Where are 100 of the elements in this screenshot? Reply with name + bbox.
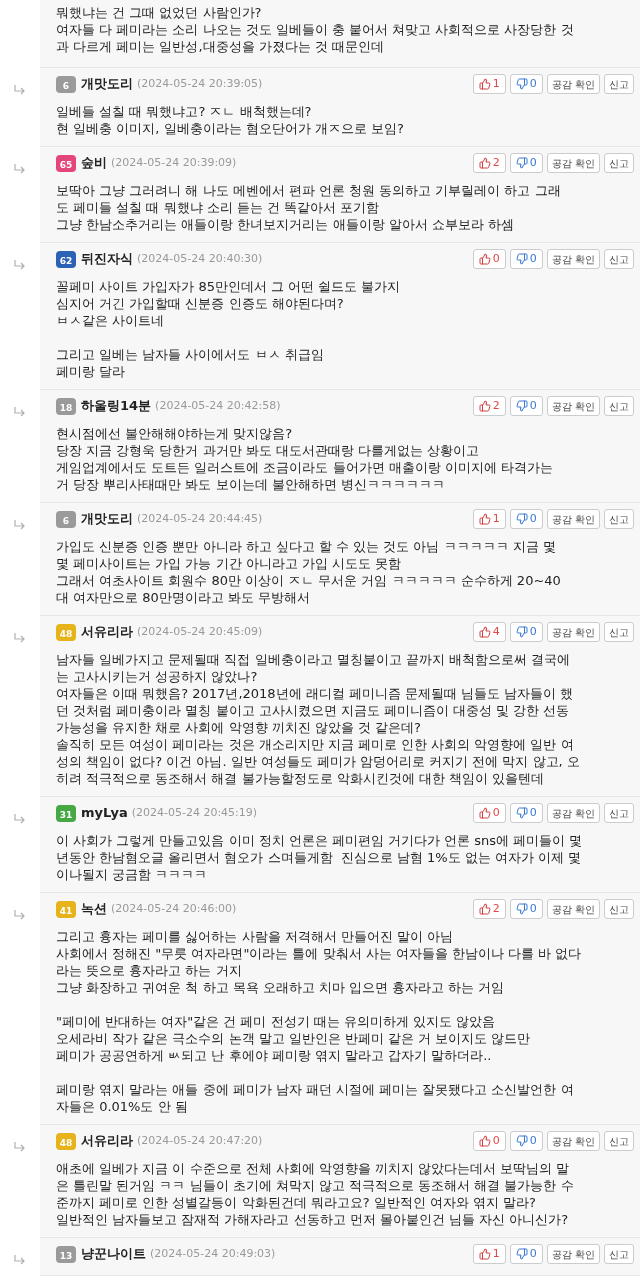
username[interactable]: myLya (81, 803, 128, 823)
like-button[interactable]: 1 (472, 74, 506, 94)
comment-text-line: 이 사회가 그렇게 만들고있음 이미 정치 언론은 페미편임 거기다가 언론 sns에 페미들이 몇 (56, 832, 584, 849)
username[interactable]: 개맛도리 (81, 509, 133, 529)
like-button[interactable]: 0 (472, 803, 506, 823)
reaction-check-button[interactable]: 공감 확인 (546, 396, 600, 416)
like-button[interactable]: 1 (472, 509, 506, 529)
like-button[interactable]: 0 (472, 249, 506, 269)
comment-text-line: 자들은 0.01%도 안 됨 (56, 1098, 189, 1115)
thumbs-down-icon (515, 400, 528, 412)
comment-text-line: 그리고 흉자는 페미를 싫어하는 사람을 저격해서 만들어진 말이 아님 (56, 928, 455, 945)
like-button[interactable]: 0 (472, 1131, 506, 1151)
level-badge: 31 (56, 804, 76, 822)
thumbs-down-icon (515, 253, 528, 265)
thumbs-up-icon (478, 1135, 491, 1147)
reaction-check-button[interactable]: 공감 확인 (546, 74, 600, 94)
username[interactable]: 개맛도리 (81, 74, 133, 94)
dislike-button[interactable]: 0 (509, 1244, 543, 1264)
comment-text-line: 현시점에선 불안해해야하는게 맞지않음? (56, 425, 294, 442)
thumbs-up-icon (478, 1248, 491, 1260)
thumbs-up-icon (478, 157, 491, 169)
reaction-check-button[interactable]: 공감 확인 (546, 249, 600, 269)
reaction-check-button[interactable]: 공감 확인 (546, 622, 600, 642)
comment-text-line: 라는 뜻으로 흉자라고 하는 거지 (56, 962, 243, 979)
comment-text-line: 여자들은 이때 뭐했음? 2017년,2018년에 래디컬 페미니즘 문제될때 님들도 남자들이 했 (56, 685, 575, 702)
like-button[interactable]: 1 (472, 1244, 506, 1264)
comment-text-line: 꼴페미 사이트 가입자가 85만인데서 그 어떤 쉴드도 불가지 (56, 278, 402, 295)
like-button[interactable]: 2 (472, 153, 506, 173)
level-badge: 48 (56, 623, 76, 641)
reply-arrow-icon (14, 85, 26, 95)
reaction-check-button[interactable]: 공감 확인 (546, 509, 600, 529)
comment-date: (2024-05-24 20:44:45) (137, 510, 263, 527)
comment-text-line: 몇 페미사이트는 가입 가능 기간 아니라고 가입 시도도 못함 (56, 555, 403, 572)
comment-text-line: 대 여자만으로 80만명이라고 봐도 무방해서 (56, 589, 312, 606)
username[interactable]: 냥꾼나이트 (81, 1244, 146, 1264)
reply-arrow-icon (14, 520, 26, 530)
like-button[interactable]: 4 (472, 622, 506, 642)
thumbs-down-icon (515, 807, 528, 819)
report-button[interactable]: 신고 (604, 1131, 634, 1151)
level-badge: 18 (56, 397, 76, 415)
comment-text-line: 페미랑 달라 (56, 363, 127, 380)
dislike-button[interactable]: 0 (509, 74, 543, 94)
comment-text-line: 여자들 다 페미라는 소리 나오는 것도 일베들이 충 붙어서 쳐맞고 사회적으로 사장당한 것 (56, 21, 575, 38)
report-button[interactable]: 신고 (604, 622, 634, 642)
thumbs-down-icon (515, 157, 528, 169)
dislike-button[interactable]: 0 (509, 622, 543, 642)
level-badge: 62 (56, 250, 76, 268)
comment-text-line: 뭐했냐는 건 그때 없었던 사람인가? (56, 4, 263, 21)
reaction-check-button[interactable]: 공감 확인 (546, 153, 600, 173)
dislike-button[interactable]: 0 (509, 396, 543, 416)
username[interactable]: 뒤진자식 (81, 249, 133, 269)
dislike-button[interactable]: 0 (509, 249, 543, 269)
thumbs-up-icon (478, 400, 491, 412)
comment-text-line: 은 틀린말 된거임 ㅋㅋ 님들이 초기에 쳐막지 않고 적극적으로 동조해서 해결 불가능한 수 (56, 1177, 575, 1194)
comment-text-line: 년동안 한남혐오글 올리면서 혐오가 스며들게함 진심으로 남혐 1%도 없는 여자가 이제 몇 (56, 849, 583, 866)
report-button[interactable]: 신고 (604, 153, 634, 173)
report-button[interactable]: 신고 (604, 249, 634, 269)
comment-date: (2024-05-24 20:49:03) (150, 1245, 276, 1262)
username[interactable]: 하울링14분 (81, 396, 152, 416)
like-button[interactable]: 2 (472, 396, 506, 416)
comment-date: (2024-05-24 20:39:05) (137, 75, 263, 92)
username[interactable]: 서유리라 (81, 1131, 133, 1151)
comment-text-line: 오세라비 작가 같은 극소수의 논객 말고 일반인은 반페미 같은 거 보이지도 않드만 (56, 1030, 532, 1047)
comment-text-line: 심지어 거긴 가입할때 신분증 인증도 해야된다며? (56, 295, 345, 312)
comment-text-line: 준까지 페미로 인한 성별갈등이 악화된건데 뭐라고요? 일반적인 여자와 엮지 말라? (56, 1194, 537, 1211)
username[interactable]: 숲비 (81, 153, 107, 173)
reaction-check-button[interactable]: 공감 확인 (546, 1131, 600, 1151)
comment-text-line: 거 당장 뿌리사태때만 봐도 보이는데 불안해하면 병신ㅋㅋㅋㅋㅋㅋ (56, 476, 446, 493)
report-button[interactable]: 신고 (604, 803, 634, 823)
reaction-check-button[interactable]: 공감 확인 (546, 803, 600, 823)
comment-text-line: "페미에 반대하는 여자"같은 건 페미 전성기 때는 유의미하게 있지도 않았음 (56, 1013, 497, 1030)
thumbs-down-icon (515, 513, 528, 525)
dislike-button[interactable]: 0 (509, 1131, 543, 1151)
dislike-button[interactable]: 0 (509, 899, 543, 919)
dislike-button[interactable]: 0 (509, 153, 543, 173)
report-button[interactable]: 신고 (604, 396, 634, 416)
dislike-button[interactable]: 0 (509, 803, 543, 823)
thumbs-up-icon (478, 807, 491, 819)
dislike-button[interactable]: 0 (509, 509, 543, 529)
comment-text-line: 페미랑 엮지 말라는 애들 중에 페미가 남자 패던 시절에 페미는 잘못됐다고 소신발언한 여 (56, 1081, 575, 1098)
username[interactable]: 서유리라 (81, 622, 133, 642)
thumbs-down-icon (515, 1248, 528, 1260)
report-button[interactable]: 신고 (604, 509, 634, 529)
report-button[interactable]: 신고 (604, 74, 634, 94)
level-badge: 48 (56, 1132, 76, 1150)
username[interactable]: 녹션 (81, 899, 107, 919)
report-button[interactable]: 신고 (604, 1244, 634, 1264)
comment-text-line: 일베들 설칠 때 뭐했냐고? ㅈㄴ 배척했는데? (56, 103, 313, 120)
comment-date: (2024-05-24 20:45:09) (137, 623, 263, 640)
reaction-check-button[interactable]: 공감 확인 (546, 899, 600, 919)
reply-arrow-icon (14, 1142, 26, 1152)
reply-arrow-icon (14, 633, 26, 643)
thumbs-up-icon (478, 903, 491, 915)
report-button[interactable]: 신고 (604, 899, 634, 919)
comment-text-line: 성의 책임이 없다? 이건 아님. 일반 여성들도 페미가 암덩어리로 커지기 전에 막지 않고, 오 (56, 753, 581, 770)
thumbs-up-icon (478, 513, 491, 525)
reaction-check-button[interactable]: 공감 확인 (546, 1244, 600, 1264)
comment-text-line: 게임업계에서도 도트든 일러스트에 조금이라도 들어가면 매출이랑 이미지에 타격가는 (56, 459, 554, 476)
like-button[interactable]: 2 (472, 899, 506, 919)
comment-text-line: 그냥 한남소추거리는 애들이랑 한녀보지거리는 애들이랑 알아서 쇼부보라 하셈 (56, 216, 515, 233)
